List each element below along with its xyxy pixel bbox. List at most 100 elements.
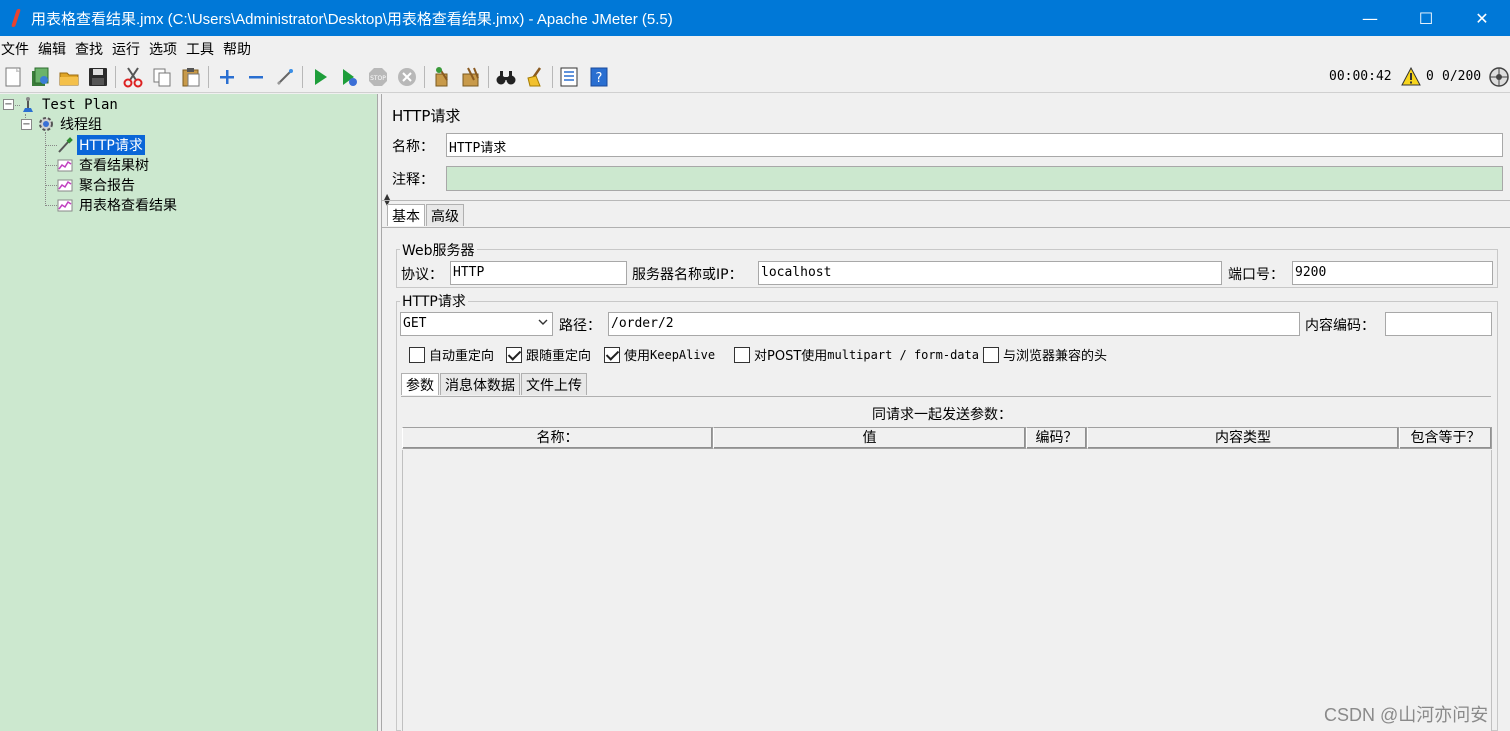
column-header-content-type[interactable]: 内容类型 [1087,427,1399,449]
save-icon[interactable] [87,66,109,88]
maximize-button[interactable]: ☐ [1398,0,1454,36]
tab-basic[interactable]: 基本 [387,204,425,226]
reset-search-icon[interactable] [524,66,546,88]
clear-all-icon[interactable] [460,66,482,88]
column-header-include-equals[interactable]: 包含等于？ [1399,427,1492,449]
keepalive-checkbox[interactable]: 使用 KeepAlive [604,345,715,364]
search-binoculars-icon[interactable] [495,66,517,88]
comment-input[interactable] [446,166,1503,191]
title-bar: 用表格查看结果.jmx (C:\Users\Administrator\Desk… [0,0,1510,36]
checkbox-box[interactable] [506,346,522,363]
error-count: 0 [1426,69,1434,84]
close-button[interactable]: ✕ [1454,0,1510,36]
panel-title: HTTP请求 [392,107,461,125]
main-tabs: 基本 高级 [387,204,465,226]
start-icon[interactable] [309,66,331,88]
cut-icon[interactable] [122,66,144,88]
multipart-post-checkbox[interactable]: 对POST使用 multipart / form-data [734,345,979,364]
window-controls: — ☐ ✕ [1342,0,1510,36]
listener-graph-icon [57,179,73,191]
server-label: 服务器名称或IP： [632,267,743,283]
menu-tools[interactable]: 工具 [186,39,214,59]
checkbox-box[interactable] [604,346,620,363]
expand-all-icon[interactable] [216,66,238,88]
browser-compatible-headers-checkbox[interactable]: 与浏览器兼容的头 [983,345,1107,364]
tree-node-aggregate-report[interactable]: 聚合报告 [56,175,137,194]
remote-status-icon [1488,66,1510,92]
test-plan-icon [23,96,33,112]
tab-files-upload[interactable]: 文件上传 [521,373,587,395]
request-body-tabs: 参数 消息体数据 文件上传 [401,373,588,395]
method-select[interactable]: GET [400,312,553,336]
params-table-header: 名称： 值 编码？ 内容类型 包含等于？ [402,427,1492,449]
name-label: 名称： [392,139,434,155]
tree-node-view-results-tree[interactable]: 查看结果树 [56,155,151,174]
protocol-label: 协议： [401,267,443,283]
params-table-body[interactable] [402,450,1492,731]
menu-file[interactable]: 文件 [1,39,29,59]
comment-label: 注释： [392,172,434,188]
web-server-group-label: Web服务器 [400,240,477,260]
function-helper-icon[interactable] [558,66,580,88]
server-input[interactable]: localhost [758,261,1222,285]
tab-body-data[interactable]: 消息体数据 [440,373,520,395]
column-header-encode[interactable]: 编码？ [1026,427,1087,449]
http-request-group-label: HTTP请求 [400,291,468,311]
paste-icon[interactable] [180,66,202,88]
active-threads: 0/200 [1442,69,1482,84]
listener-graph-icon [57,159,73,171]
checkbox-box[interactable] [734,346,750,363]
stop-icon[interactable]: STOP [367,66,389,88]
http-sampler-pipette-icon [58,136,73,153]
listener-graph-icon [57,199,73,211]
tab-advanced[interactable]: 高级 [426,204,464,226]
tree-node-http-request[interactable]: HTTP请求 [56,134,145,155]
shutdown-icon[interactable] [396,66,418,88]
tree-node-view-results-table[interactable]: 用表格查看结果 [56,195,179,214]
encoding-label: 内容编码： [1305,318,1375,334]
collapse-all-icon[interactable] [245,66,267,88]
auto-redirect-checkbox[interactable]: 自动重定向 [409,345,494,364]
toggle-icon[interactable] [274,66,296,88]
watermark: CSDN @山河亦问安 [1324,705,1489,725]
start-no-pauses-icon[interactable] [338,66,360,88]
menu-search[interactable]: 查找 [75,39,103,59]
warning-icon[interactable] [1401,66,1421,91]
column-header-name[interactable]: 名称： [402,427,713,449]
clear-icon[interactable] [431,66,453,88]
port-label: 端口号： [1228,267,1284,283]
follow-redirects-checkbox[interactable]: 跟随重定向 [506,345,591,364]
port-input[interactable]: 9200 [1292,261,1493,285]
path-label: 路径： [559,318,601,334]
open-icon[interactable] [58,66,80,88]
minimize-button[interactable]: — [1342,0,1398,36]
path-input[interactable]: /order/2 [608,312,1300,336]
chevron-down-icon [538,319,548,325]
collapse-test-plan-toggle[interactable]: − [3,99,14,110]
menu-bar: 文件 编辑 查找 运行 选项 工具 帮助 [0,36,1510,61]
encoding-input[interactable] [1385,312,1492,336]
menu-edit[interactable]: 编辑 [38,39,66,59]
menu-run[interactable]: 运行 [112,39,140,59]
test-plan-tree[interactable]: − Test Plan − 线程组 HTTP请求 查看结果树 聚合报告 用表格查… [0,94,377,731]
svg-text:STOP: STOP [370,75,386,82]
copy-icon[interactable] [151,66,173,88]
checkbox-box[interactable] [409,346,425,363]
checkbox-box[interactable] [983,346,999,363]
svg-text:?: ? [596,71,603,86]
protocol-input[interactable]: HTTP [450,261,627,285]
tree-node-test-plan[interactable]: Test Plan [19,95,120,114]
menu-options[interactable]: 选项 [149,39,177,59]
templates-icon[interactable] [29,66,51,88]
params-table-caption: 同请求一起发送参数： [872,407,1012,423]
tab-parameters[interactable]: 参数 [401,373,439,395]
new-icon[interactable] [2,66,24,88]
help-icon[interactable]: ? [588,66,610,88]
collapse-thread-group-toggle[interactable]: − [21,119,32,130]
window-title: 用表格查看结果.jmx (C:\Users\Administrator\Desk… [31,10,673,28]
tree-node-thread-group[interactable]: 线程组 [37,114,104,133]
elapsed-timer: 00:00:42 [1329,69,1392,84]
column-header-value[interactable]: 值 [713,427,1026,449]
menu-help[interactable]: 帮助 [223,39,251,59]
name-input[interactable]: HTTP请求 [446,133,1503,157]
